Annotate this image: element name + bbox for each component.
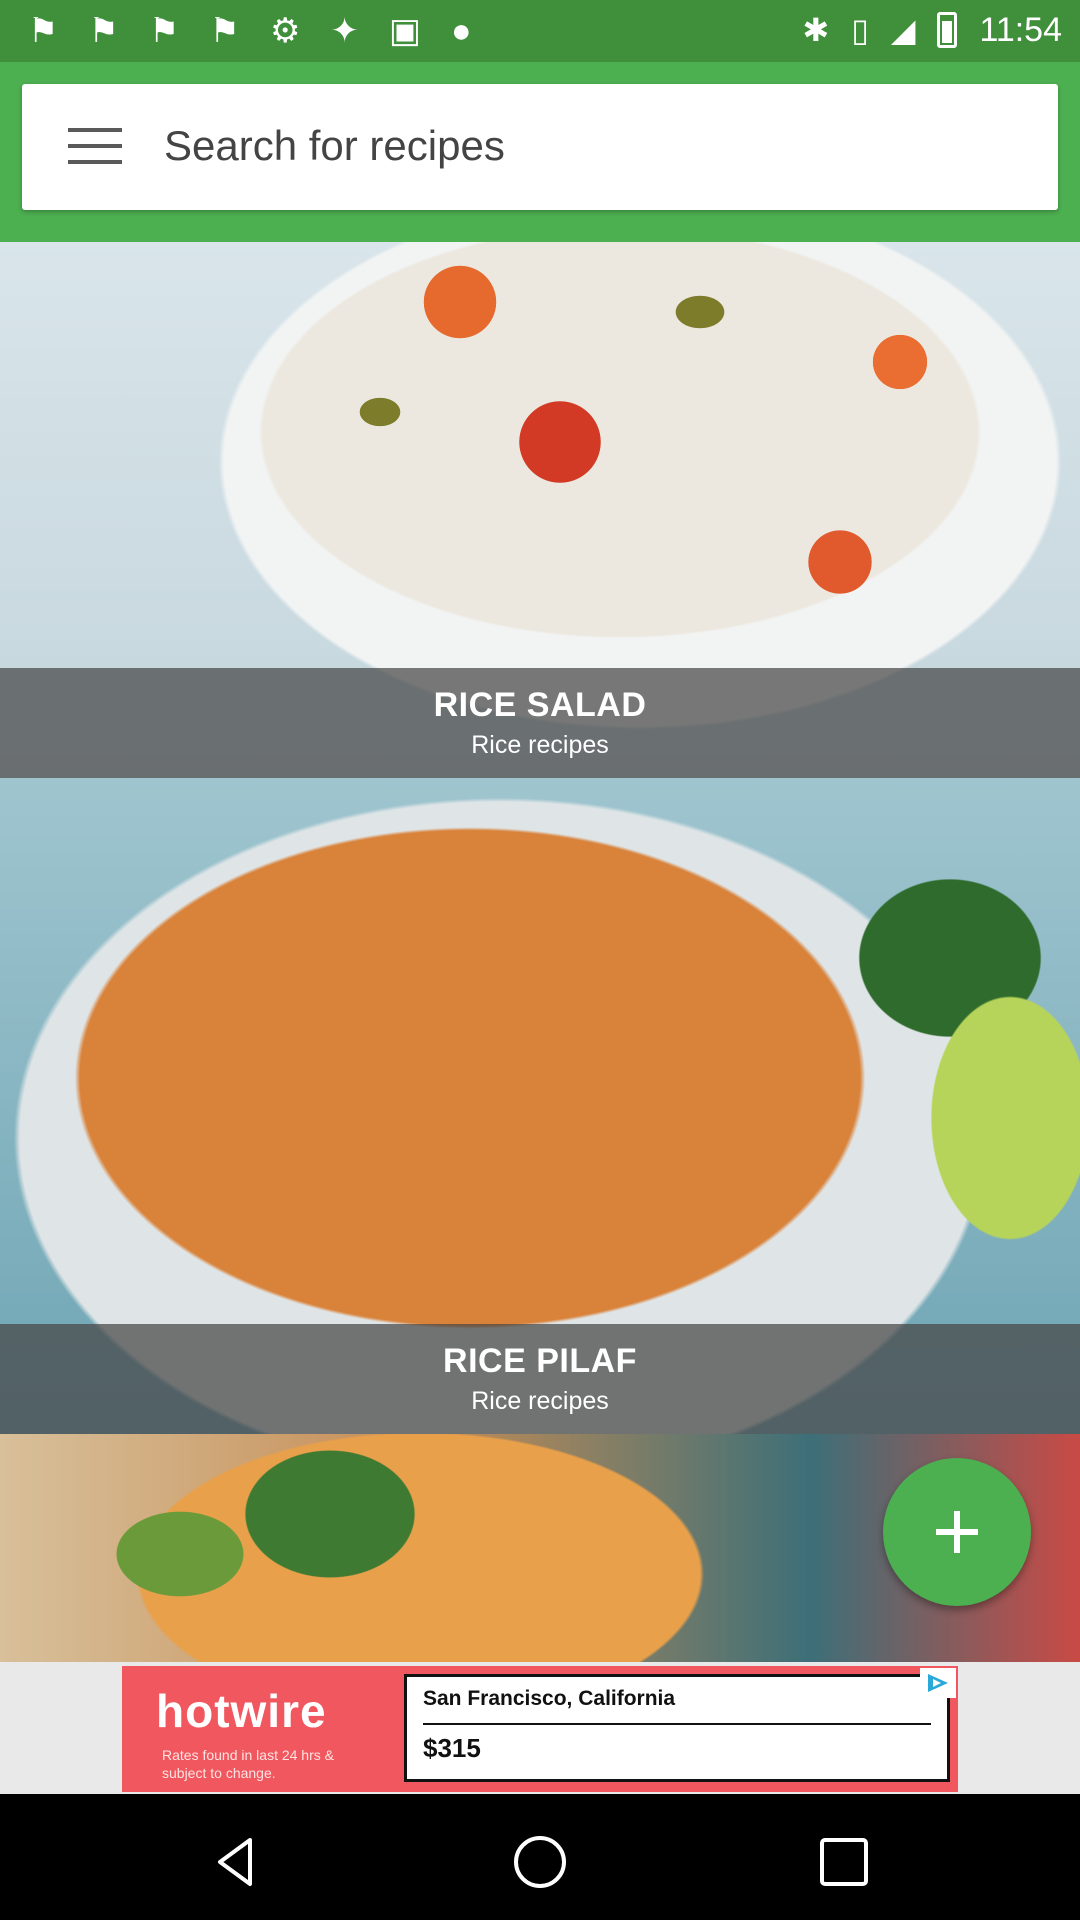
ad-location: San Francisco, California (423, 1687, 676, 1710)
ad-brand-logo: hotwire (156, 1685, 327, 1737)
recipe-title: RICE PILAF (443, 1342, 637, 1380)
notification-icon: ⚑ (28, 12, 59, 50)
ad-fine-print: Rates found in last 24 hrs & subject to … (162, 1747, 334, 1781)
clock: 11:54 (979, 11, 1062, 49)
recents-icon[interactable] (814, 1832, 874, 1892)
notification-icons: ⚑ ⚑ ⚑ ⚑ ⚙ ✦ ▣ ● (28, 12, 472, 50)
notification-icon: ⚑ (209, 12, 240, 50)
android-icon: ● (451, 12, 472, 50)
status-bar: ⚑ ⚑ ⚑ ⚑ ⚙ ✦ ▣ ● ✱ ▯ ◢ 11:54 (0, 0, 1080, 62)
notification-icon: ⚑ (148, 12, 180, 50)
divider (423, 1723, 931, 1725)
ad-banner-area: hotwire Rates found in last 24 hrs & sub… (0, 1662, 1080, 1794)
search-input[interactable]: Search for recipes (22, 84, 1058, 210)
recipe-card[interactable]: RICE SALAD Rice recipes (0, 242, 1080, 778)
ad-banner[interactable]: hotwire Rates found in last 24 hrs & sub… (122, 1666, 958, 1792)
recipe-category: Rice recipes (471, 731, 609, 759)
search-placeholder: Search for recipes (164, 122, 505, 169)
vibrate-icon: ▯ (851, 12, 869, 48)
notification-icon: ⚑ (88, 12, 119, 50)
navigation-bar (0, 1794, 1080, 1920)
battery-icon (937, 12, 958, 48)
menu-icon[interactable] (68, 126, 122, 166)
bluetooth-icon: ✱ (802, 12, 830, 48)
lock-icon: ▣ (388, 12, 422, 50)
recipe-category: Rice recipes (471, 1387, 609, 1415)
settings-icon: ⚙ (269, 12, 301, 50)
recipe-caption: RICE SALAD Rice recipes (0, 668, 1080, 778)
home-icon[interactable] (510, 1832, 570, 1892)
recipe-title: RICE SALAD (433, 686, 647, 724)
signal-icon: ◢ (890, 12, 916, 48)
recipe-caption: RICE PILAF Rice recipes (0, 1324, 1080, 1434)
ad-offer-box: San Francisco, California $315 (404, 1674, 950, 1782)
satellite-icon: ✦ (330, 12, 359, 50)
app-bar: Search for recipes (0, 62, 1080, 242)
adchoices-icon[interactable] (920, 1668, 956, 1698)
ad-price: $315 (423, 1733, 481, 1763)
recipe-card[interactable]: RICE PILAF Rice recipes (0, 778, 1080, 1434)
back-icon[interactable] (206, 1832, 266, 1892)
add-recipe-button[interactable] (883, 1458, 1031, 1606)
